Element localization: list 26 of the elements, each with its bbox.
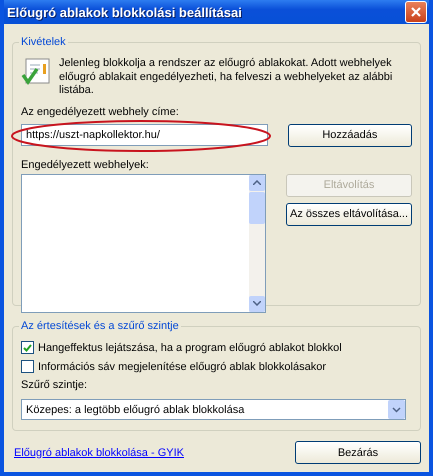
field-label: Az engedélyezett webhely címe: <box>21 106 180 118</box>
faq-link[interactable]: Előugró ablakok blokkolása - GYIK <box>14 446 184 458</box>
group-legend: Az értesítések és a szűrő szintje <box>19 320 181 332</box>
checkbox[interactable] <box>21 360 34 373</box>
filter-dropdown[interactable]: Közepes: a legtöbb előugró ablak blokkolása <box>21 399 406 420</box>
scroll-down-button[interactable] <box>249 296 265 312</box>
document-check-icon <box>21 57 51 87</box>
list-label: Engedélyezett webhelyek: <box>21 158 150 170</box>
chevron-down-icon <box>253 301 261 306</box>
group-legend: Kivételek <box>19 36 68 48</box>
chevron-up-icon <box>253 180 261 185</box>
info-message: Jelenleg blokkolja a rendszer az előugró ablakokat. Adott webhelyek előugró ablakait engedélyezheti, ha felveszi a webhelyeket az alábbi listába. <box>59 57 394 98</box>
close-icon <box>410 6 422 18</box>
add-button[interactable]: Hozzáadás <box>288 124 412 146</box>
scrollbar[interactable] <box>249 174 265 312</box>
checkbox[interactable] <box>21 341 34 354</box>
close-button[interactable] <box>405 1 427 23</box>
scroll-thumb[interactable] <box>249 192 265 224</box>
filter-label: Szűrő szintje: <box>21 379 88 391</box>
address-field[interactable]: https://uszt-napkollektor.hu/ <box>21 124 268 146</box>
remove-all-button[interactable]: Az összes eltávolítása... <box>286 202 412 226</box>
checkbox-label: Információs sáv megjelenítése előugró ablak blokkolásakor <box>38 360 326 372</box>
window-title: Előugró ablakok blokkolási beállításai <box>7 4 242 20</box>
close-dialog-button[interactable]: Bezárás <box>295 441 421 464</box>
checkbox-label: Hangeffektus lejátszása, ha a program előugró ablakot blokkol <box>38 342 342 354</box>
scroll-up-button[interactable] <box>249 174 265 190</box>
